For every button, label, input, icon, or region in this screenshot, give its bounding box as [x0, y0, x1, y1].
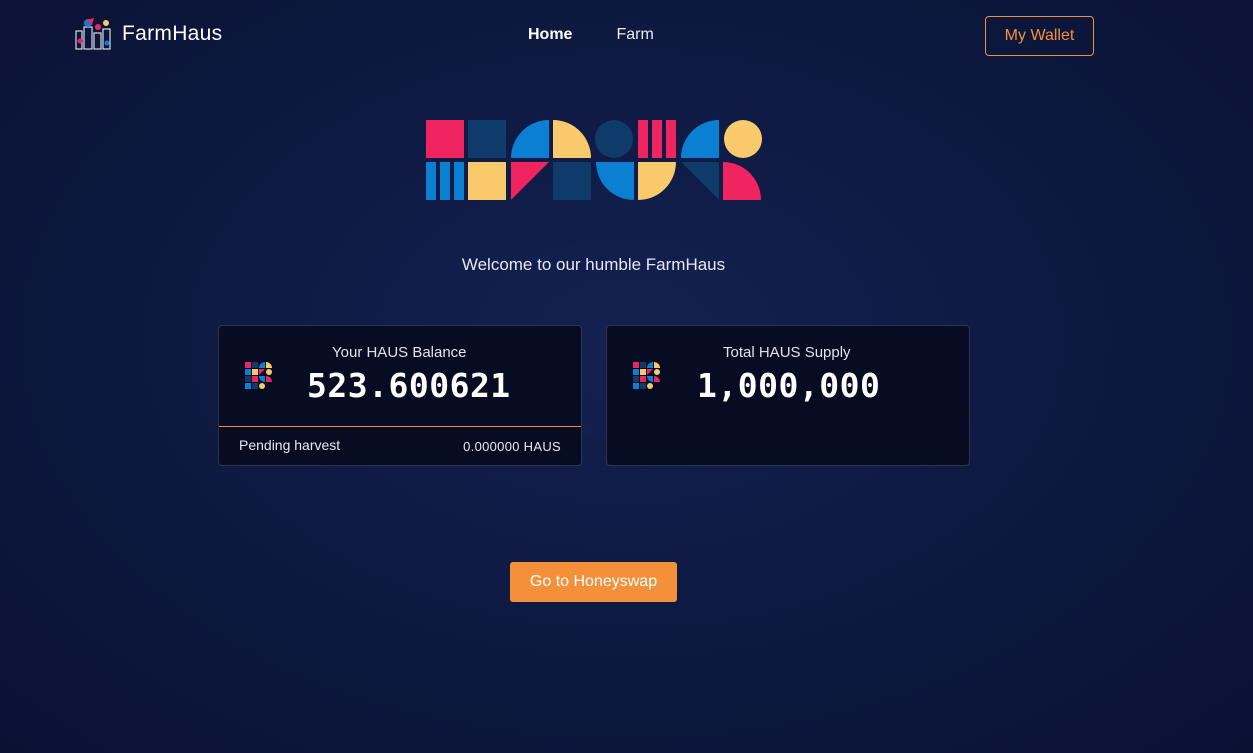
card-divider	[219, 426, 581, 427]
nav-item-home[interactable]: Home	[528, 26, 572, 44]
haus-wordmark-logo	[426, 120, 762, 200]
my-wallet-button[interactable]: My Wallet	[985, 16, 1094, 56]
brand-name: FarmHaus	[122, 22, 223, 45]
go-to-honeyswap-button[interactable]: Go to Honeyswap	[510, 562, 677, 602]
haus-token-icon	[633, 362, 660, 389]
haus-balance-card: Your HAUS Balance 523.600621 Pending har…	[218, 325, 582, 466]
balance-value: 523.600621	[307, 366, 511, 405]
farmhaus-logo-icon	[75, 18, 111, 50]
haus-token-icon	[245, 362, 272, 389]
nav-item-farm[interactable]: Farm	[616, 26, 653, 44]
pending-harvest-value: 0.000000 HAUS	[463, 439, 561, 454]
supply-value: 1,000,000	[697, 366, 881, 405]
supply-title: Total HAUS Supply	[723, 344, 851, 361]
pending-harvest-label: Pending harvest	[239, 437, 341, 453]
welcome-message: Welcome to our humble FarmHaus	[461, 255, 726, 274]
haus-supply-card: Total HAUS Supply 1,000,000	[606, 325, 970, 466]
main-nav: Home Farm	[528, 26, 654, 44]
brand-logo[interactable]: FarmHaus	[74, 16, 222, 52]
